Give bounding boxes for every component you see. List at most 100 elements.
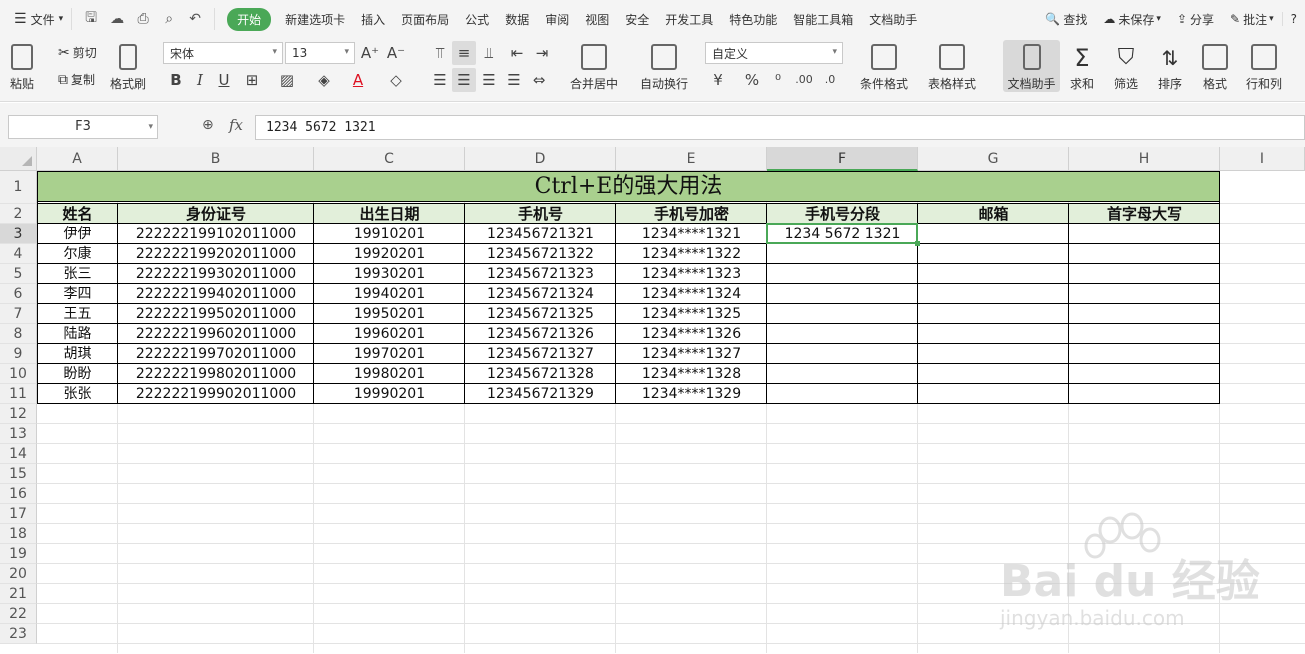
data-cell[interactable]: 1234****1323	[616, 264, 767, 284]
data-cell[interactable]	[767, 364, 918, 384]
sum-button[interactable]: Σ 求和	[1070, 44, 1094, 92]
row-header[interactable]: 2	[0, 204, 37, 224]
column-title-cell[interactable]: 身份证号	[118, 204, 314, 224]
column-title-cell[interactable]: 手机号加密	[616, 204, 767, 224]
doc-helper-button[interactable]: 文档助手	[1003, 40, 1060, 92]
data-cell[interactable]: 1234****1328	[616, 364, 767, 384]
column-header[interactable]: I	[1220, 147, 1305, 171]
data-cell[interactable]: 张张	[37, 384, 118, 404]
tab-2[interactable]: 新建选项卡	[277, 11, 353, 28]
column-header[interactable]: G	[918, 147, 1069, 171]
data-cell[interactable]	[918, 284, 1069, 304]
fx-icon[interactable]: fx	[229, 116, 243, 134]
data-cell[interactable]: 222222199102011000	[118, 224, 314, 244]
zoom-icon[interactable]: ⊕	[202, 117, 214, 133]
data-cell[interactable]: 1234****1326	[616, 324, 767, 344]
row-header[interactable]: 1	[0, 171, 37, 204]
thousands-icon[interactable]: ⁰	[766, 68, 790, 92]
data-cell[interactable]: 尔康	[37, 244, 118, 264]
tab-3[interactable]: 插入	[353, 11, 393, 28]
tab-1[interactable]: 开始	[227, 7, 272, 31]
share-button[interactable]: ⇪ 分享	[1169, 11, 1222, 28]
tab-7[interactable]: 审阅	[537, 11, 577, 28]
print-icon[interactable]: ⎙	[132, 11, 154, 27]
data-cell[interactable]: 张三	[37, 264, 118, 284]
filter-button[interactable]: ⛉ 筛选	[1114, 44, 1138, 92]
data-cell[interactable]: 1234****1324	[616, 284, 767, 304]
sort-button[interactable]: ⇅ 排序	[1158, 44, 1182, 92]
tab-11[interactable]: 特色功能	[721, 11, 785, 28]
data-cell[interactable]: 19920201	[314, 244, 465, 264]
data-cell[interactable]	[1069, 324, 1220, 344]
column-header[interactable]: F	[767, 147, 918, 171]
data-cell[interactable]: 123456721326	[465, 324, 616, 344]
justify-icon[interactable]: ☰	[502, 68, 526, 92]
data-cell[interactable]: 222222199502011000	[118, 304, 314, 324]
column-title-cell[interactable]: 手机号	[465, 204, 616, 224]
row-header[interactable]: 9	[0, 344, 37, 364]
underline-icon[interactable]: U	[212, 68, 236, 92]
print-preview-icon[interactable]: ⌕	[158, 11, 180, 27]
align-bottom-icon[interactable]: ⫫	[477, 41, 501, 65]
data-cell[interactable]: 1234****1322	[616, 244, 767, 264]
data-cell[interactable]: 19910201	[314, 224, 465, 244]
data-cell[interactable]: 222222199202011000	[118, 244, 314, 264]
column-header[interactable]: C	[314, 147, 465, 171]
column-header[interactable]: D	[465, 147, 616, 171]
column-title-cell[interactable]: 出生日期	[314, 204, 465, 224]
data-cell[interactable]	[1069, 384, 1220, 404]
data-cell[interactable]: 222222199802011000	[118, 364, 314, 384]
tab-10[interactable]: 开发工具	[657, 11, 721, 28]
data-cell[interactable]	[918, 304, 1069, 324]
column-title-cell[interactable]: 邮箱	[918, 204, 1069, 224]
copy-button[interactable]: ⧉ 复制	[58, 71, 95, 88]
data-cell[interactable]: 19940201	[314, 284, 465, 304]
data-cell[interactable]: 123456721327	[465, 344, 616, 364]
row-header[interactable]: 23	[0, 624, 37, 644]
number-format-select[interactable]: 自定义 ▾	[705, 42, 843, 64]
row-header[interactable]: 17	[0, 504, 37, 524]
paste-button[interactable]: 粘贴	[10, 44, 34, 92]
row-header[interactable]: 14	[0, 444, 37, 464]
row-header[interactable]: 3	[0, 224, 37, 244]
data-cell[interactable]	[918, 224, 1069, 244]
data-cell[interactable]	[1069, 264, 1220, 284]
row-header[interactable]: 18	[0, 524, 37, 544]
data-cell[interactable]	[1069, 304, 1220, 324]
data-cell[interactable]: 123456721329	[465, 384, 616, 404]
rows-cols-button[interactable]: 行和列	[1246, 44, 1282, 92]
column-title-cell[interactable]: 手机号分段	[767, 204, 918, 224]
data-cell[interactable]: 19950201	[314, 304, 465, 324]
data-cell[interactable]: 222222199602011000	[118, 324, 314, 344]
font-size-select[interactable]: 13 ▾	[285, 42, 355, 64]
data-cell[interactable]	[918, 324, 1069, 344]
align-left-icon[interactable]: ☰	[428, 68, 452, 92]
align-middle-icon[interactable]: ≡	[452, 41, 476, 65]
row-header[interactable]: 11	[0, 384, 37, 404]
data-cell[interactable]: 盼盼	[37, 364, 118, 384]
comment-button[interactable]: ✎ 批注 ▾	[1222, 11, 1282, 28]
fill-pattern-icon[interactable]: ▨	[275, 68, 299, 92]
data-cell[interactable]: 1234****1329	[616, 384, 767, 404]
data-cell[interactable]: 123456721325	[465, 304, 616, 324]
data-cell[interactable]: 1234****1327	[616, 344, 767, 364]
data-cell[interactable]	[1069, 364, 1220, 384]
data-cell[interactable]: 19970201	[314, 344, 465, 364]
data-cell[interactable]	[767, 344, 918, 364]
row-header[interactable]: 21	[0, 584, 37, 604]
data-cell[interactable]	[918, 264, 1069, 284]
indent-decrease-icon[interactable]: ⇤	[505, 41, 529, 65]
data-cell[interactable]	[767, 384, 918, 404]
cut-button[interactable]: ✂ 剪切	[58, 44, 97, 61]
clear-format-icon[interactable]: ◇	[384, 68, 408, 92]
row-header[interactable]: 5	[0, 264, 37, 284]
column-title-cell[interactable]: 姓名	[37, 204, 118, 224]
column-header[interactable]: H	[1069, 147, 1220, 171]
data-cell[interactable]	[767, 284, 918, 304]
align-center-icon[interactable]: ☰	[452, 68, 476, 92]
row-header[interactable]: 7	[0, 304, 37, 324]
data-cell[interactable]: 19930201	[314, 264, 465, 284]
decrease-font-icon[interactable]: A⁻	[384, 41, 408, 65]
bold-icon[interactable]: B	[164, 68, 188, 92]
data-cell[interactable]	[1069, 344, 1220, 364]
